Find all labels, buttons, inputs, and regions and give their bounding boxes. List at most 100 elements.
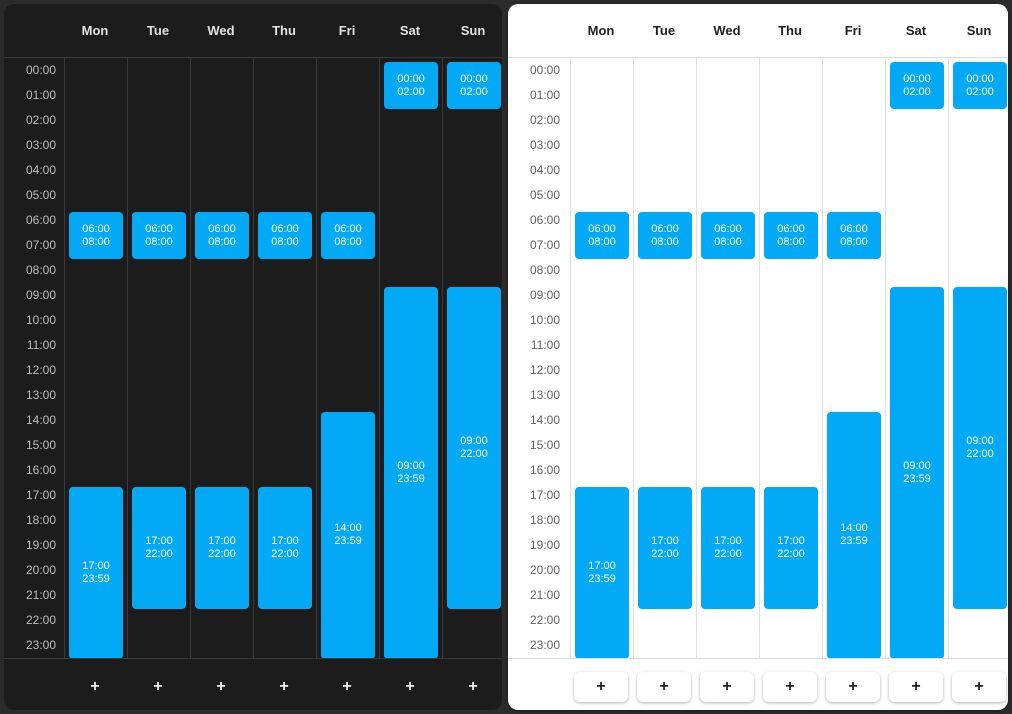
time-slot[interactable]: 09:00 22:00 <box>953 287 1007 609</box>
time-slot[interactable]: 06:00 08:00 <box>575 212 629 259</box>
time-slot[interactable]: 17:00 22:00 <box>764 487 818 609</box>
time-slot[interactable]: 06:00 08:00 <box>638 212 692 259</box>
slot-start: 00:00 <box>903 72 931 85</box>
time-slot[interactable]: 06:00 08:00 <box>701 212 755 259</box>
hour-label: 17:00 <box>25 488 56 502</box>
add-slot-button-sat[interactable]: + <box>383 672 437 702</box>
plus-icon: + <box>596 678 606 695</box>
hour-label: 02:00 <box>25 113 56 127</box>
add-slot-button-sat[interactable]: + <box>889 672 943 702</box>
slot-start: 17:00 <box>145 535 173 547</box>
hour-label: 18:00 <box>529 513 560 527</box>
time-slot[interactable]: 06:00 08:00 <box>764 212 818 259</box>
slot-end: 02:00 <box>460 85 488 98</box>
slot-end: 08:00 <box>82 235 110 248</box>
add-slot-button-thu[interactable]: + <box>257 672 311 702</box>
hour-label: 09:00 <box>25 288 56 302</box>
add-slot-button-mon[interactable]: + <box>68 672 122 702</box>
day-label-sat: Sat <box>905 23 927 38</box>
plus-icon: + <box>659 678 669 695</box>
slot-start: 00:00 <box>397 72 425 85</box>
plus-icon: + <box>468 678 478 695</box>
day-label-fri: Fri <box>844 23 862 38</box>
time-slot[interactable]: 06:00 08:00 <box>321 212 375 259</box>
slot-end: 23:59 <box>397 472 425 485</box>
slot-start: 06:00 <box>334 222 362 235</box>
time-slot[interactable]: 14:00 23:59 <box>827 412 881 659</box>
slot-start: 17:00 <box>651 535 679 547</box>
time-slot[interactable]: 06:00 08:00 <box>132 212 186 259</box>
day-column-thu: 06:00 08:00 17:00 22:00 <box>759 58 823 658</box>
slot-end: 23:59 <box>903 472 931 485</box>
slot-start: 17:00 <box>271 535 299 547</box>
hour-label: 13:00 <box>25 388 56 402</box>
day-column-sat: 00:00 02:00 09:00 23:59 <box>379 58 443 659</box>
hour-label: 09:00 <box>529 288 560 302</box>
hour-label: 10:00 <box>529 313 560 327</box>
time-slot[interactable]: 17:00 22:00 <box>701 487 755 609</box>
slot-end: 08:00 <box>271 235 299 248</box>
time-slot[interactable]: 17:00 22:00 <box>638 487 692 609</box>
add-slot-button-fri[interactable]: + <box>826 672 880 702</box>
slot-start: 17:00 <box>208 535 236 547</box>
slot-start: 17:00 <box>82 559 110 572</box>
time-axis: 00:00 01:00 02:00 03:00 04:00 05:00 06:00 07:00… <box>4 58 64 658</box>
time-slot[interactable]: 09:00 23:59 <box>890 287 944 659</box>
slot-start: 06:00 <box>777 222 805 235</box>
time-slot[interactable]: 00:00 02:00 <box>890 62 944 109</box>
hour-label: 12:00 <box>25 363 56 377</box>
slot-end: 22:00 <box>271 548 299 560</box>
time-slot[interactable]: 17:00 23:59 <box>575 487 629 659</box>
add-slot-button-mon[interactable]: + <box>574 672 628 702</box>
hour-label: 11:00 <box>530 338 560 352</box>
slot-end: 08:00 <box>588 235 616 248</box>
add-slot-button-thu[interactable]: + <box>763 672 817 702</box>
hour-label: 06:00 <box>529 213 560 227</box>
day-column-thu: 06:00 08:00 17:00 22:00 <box>253 58 317 658</box>
slot-start: 06:00 <box>145 222 173 235</box>
hour-label: 08:00 <box>25 263 56 277</box>
time-slot[interactable]: 17:00 22:00 <box>132 487 186 609</box>
hour-label: 07:00 <box>529 238 560 252</box>
day-label-wed: Wed <box>713 23 741 38</box>
time-slot[interactable]: 00:00 02:00 <box>384 62 438 109</box>
time-slot[interactable]: 09:00 23:59 <box>384 287 438 659</box>
time-slot[interactable]: 06:00 08:00 <box>69 212 123 259</box>
slot-start: 06:00 <box>651 222 679 235</box>
slot-end: 22:00 <box>714 548 742 560</box>
hour-label: 01:00 <box>25 88 56 102</box>
hour-label: 15:00 <box>529 438 560 452</box>
add-slot-button-tue[interactable]: + <box>131 672 185 702</box>
day-column-fri: 06:00 08:00 14:00 23:59 <box>316 58 380 659</box>
hour-label: 03:00 <box>25 138 56 152</box>
day-label-sat: Sat <box>399 23 421 38</box>
add-slot-button-sun[interactable]: + <box>952 672 1006 702</box>
time-axis: 00:00 01:00 02:00 03:00 04:00 05:00 06:00 07:00… <box>508 58 568 658</box>
time-slot[interactable]: 17:00 22:00 <box>195 487 249 609</box>
time-slot[interactable]: 00:00 02:00 <box>447 62 501 109</box>
hour-label: 11:00 <box>26 338 56 352</box>
time-slot[interactable]: 17:00 23:59 <box>69 487 123 659</box>
day-label-sun: Sun <box>966 23 992 38</box>
slot-end: 22:00 <box>460 448 488 460</box>
time-slot[interactable]: 06:00 08:00 <box>827 212 881 259</box>
add-slot-button-tue[interactable]: + <box>637 672 691 702</box>
add-slot-button-sun[interactable]: + <box>446 672 500 702</box>
hour-label: 14:00 <box>25 413 56 427</box>
slot-start: 06:00 <box>840 222 868 235</box>
add-slot-button-fri[interactable]: + <box>320 672 374 702</box>
add-slot-button-wed[interactable]: + <box>700 672 754 702</box>
slot-end: 22:00 <box>651 548 679 560</box>
time-slot[interactable]: 06:00 08:00 <box>195 212 249 259</box>
time-slot[interactable]: 00:00 02:00 <box>953 62 1007 109</box>
plus-icon: + <box>722 678 732 695</box>
time-slot[interactable]: 17:00 22:00 <box>258 487 312 609</box>
time-slot[interactable]: 09:00 22:00 <box>447 287 501 609</box>
hour-label: 05:00 <box>529 188 560 202</box>
slot-start: 06:00 <box>588 222 616 235</box>
time-slot[interactable]: 14:00 23:59 <box>321 412 375 659</box>
add-slot-button-wed[interactable]: + <box>194 672 248 702</box>
time-slot[interactable]: 06:00 08:00 <box>258 212 312 259</box>
hour-label: 23:00 <box>529 638 560 652</box>
slot-start: 06:00 <box>208 222 236 235</box>
